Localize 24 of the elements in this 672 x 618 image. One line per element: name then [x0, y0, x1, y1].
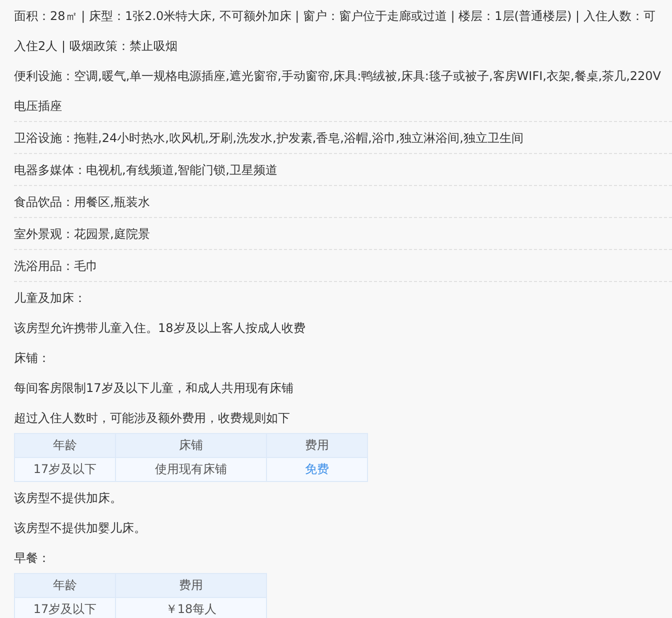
policy-text: 儿童及加床： [14, 290, 87, 307]
column-header: 费用 [116, 574, 266, 598]
policy-text: 该房型不提供加床。 [14, 490, 123, 507]
table-cell: 免费 [266, 458, 368, 482]
facility-text: 室外景观：花园景,庭院景 [14, 219, 672, 250]
table-cell: 17岁及以下 [14, 458, 116, 482]
policy-text: 该房型不提供加婴儿床。 [14, 520, 147, 537]
policy-text: 该房型允许携带儿童入住。18岁及以上客人按成人收费 [14, 320, 306, 337]
column-header: 床铺 [116, 434, 266, 458]
facility-text: 食品饮品：用餐区,瓶装水 [14, 187, 672, 218]
table-cell: 使用现有床铺 [116, 458, 266, 482]
facility-text: 电器多媒体：电视机,有线频道,智能门锁,卫星频道 [14, 155, 672, 186]
policy-text: 早餐： [14, 550, 51, 567]
policy-text: 超过入住人数时，可能涉及额外费用，收费规则如下 [14, 410, 291, 427]
table-cell: 17岁及以下 [14, 598, 116, 618]
facility-text: 便利设施：空调,暖气,单一规格电源插座,遮光窗帘,手动窗帘,床具:鸭绒被,床具:毯子或被子,客房WIFI,衣架,餐桌,茶几,220V电压插座 [14, 61, 672, 122]
column-header: 年龄 [14, 574, 116, 598]
room-info-text: 面积：28㎡ | 床型：1张2.0米特大床, 不可额外加床 | 窗户：窗户位于走廊或过道 | 楼层：1层(普通楼层) | 入住人数：可入住2人 | 吸烟政策：禁止吸烟 [14, 8, 656, 55]
column-header: 年龄 [14, 434, 116, 458]
facility-text: 卫浴设施：拖鞋,24小时热水,吹风机,牙刷,洗发水,护发素,香皂,浴帽,浴巾,独立淋浴间,独立卫生间 [14, 123, 672, 154]
facility-text: 洗浴用品：毛巾 [14, 251, 672, 282]
column-header: 费用 [266, 434, 368, 458]
policy-text: 每间客房限制17岁及以下儿童，和成人共用现有床铺 [14, 380, 294, 397]
policy-text: 床铺： [14, 350, 51, 367]
